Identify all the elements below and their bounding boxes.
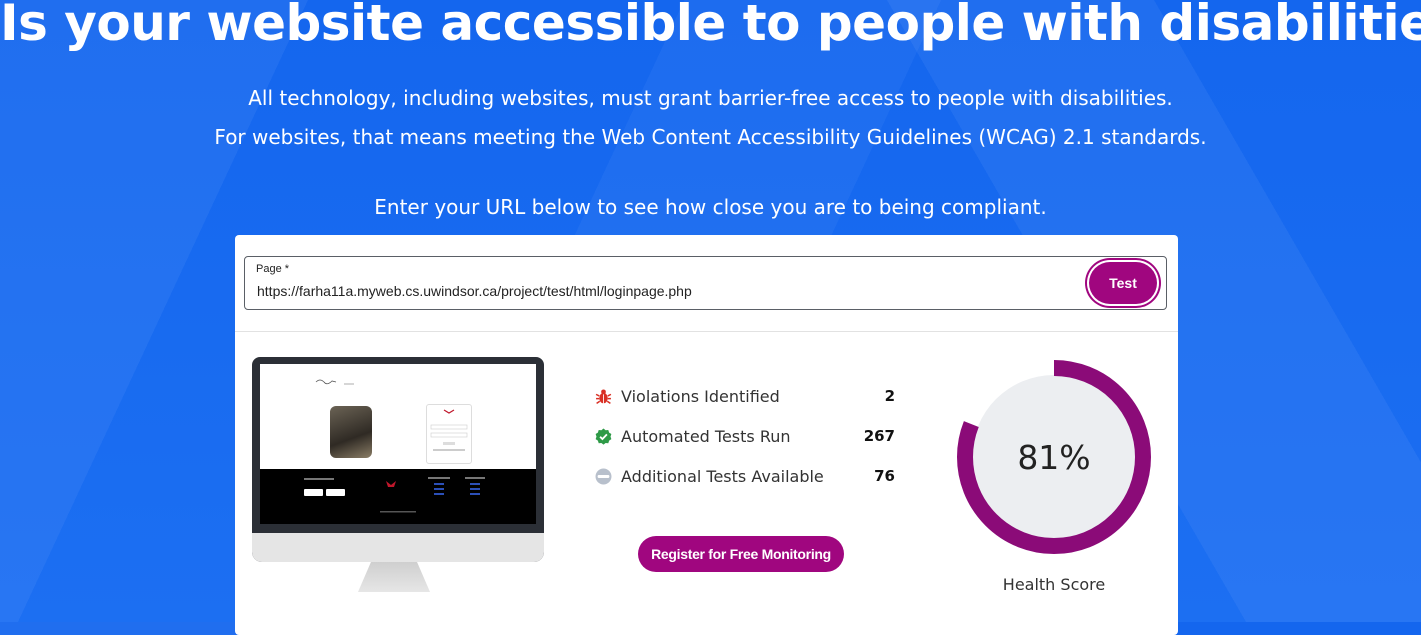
hero-title: Is your website accessible to people wit… [0, 0, 1421, 52]
stat-violations: Violations Identified 2 [595, 384, 895, 408]
website-screenshot [260, 364, 536, 524]
scan-card: Page * Test [235, 235, 1178, 635]
health-score-gauge: 81% [954, 357, 1154, 557]
stat-label: Additional Tests Available [621, 466, 824, 486]
register-monitoring-button[interactable]: Register for Free Monitoring [638, 536, 844, 572]
minus-circle-icon [595, 468, 612, 485]
screenshot-footer [260, 469, 536, 524]
stat-value: 76 [874, 467, 895, 485]
monitor-chin [252, 533, 544, 562]
health-score-caption: Health Score [1002, 575, 1106, 594]
stat-automated-tests: Automated Tests Run 267 [595, 424, 895, 448]
url-field: Page * Test [244, 256, 1167, 310]
check-badge-icon [595, 428, 612, 445]
hero-line-1: All technology, including websites, must… [248, 86, 1173, 110]
website-preview-monitor [252, 357, 544, 593]
health-score-value: 81% [1017, 437, 1091, 477]
test-button[interactable]: Test [1089, 262, 1157, 304]
divider [235, 331, 1178, 332]
stat-value: 2 [884, 387, 895, 405]
screenshot-photo [330, 406, 372, 458]
stat-label: Automated Tests Run [621, 426, 791, 446]
hero-line-3: Enter your URL below to see how close yo… [374, 195, 1047, 219]
stat-label: Violations Identified [621, 386, 780, 406]
stat-additional-tests: Additional Tests Available 76 [595, 464, 895, 488]
url-input[interactable] [257, 283, 1057, 299]
hero-line-2: For websites, that means meeting the Web… [214, 125, 1207, 149]
monitor-stand [358, 562, 430, 592]
stat-value: 267 [863, 427, 895, 445]
url-field-label: Page * [256, 263, 290, 275]
bug-icon [595, 388, 612, 405]
screenshot-login-form [426, 404, 472, 464]
